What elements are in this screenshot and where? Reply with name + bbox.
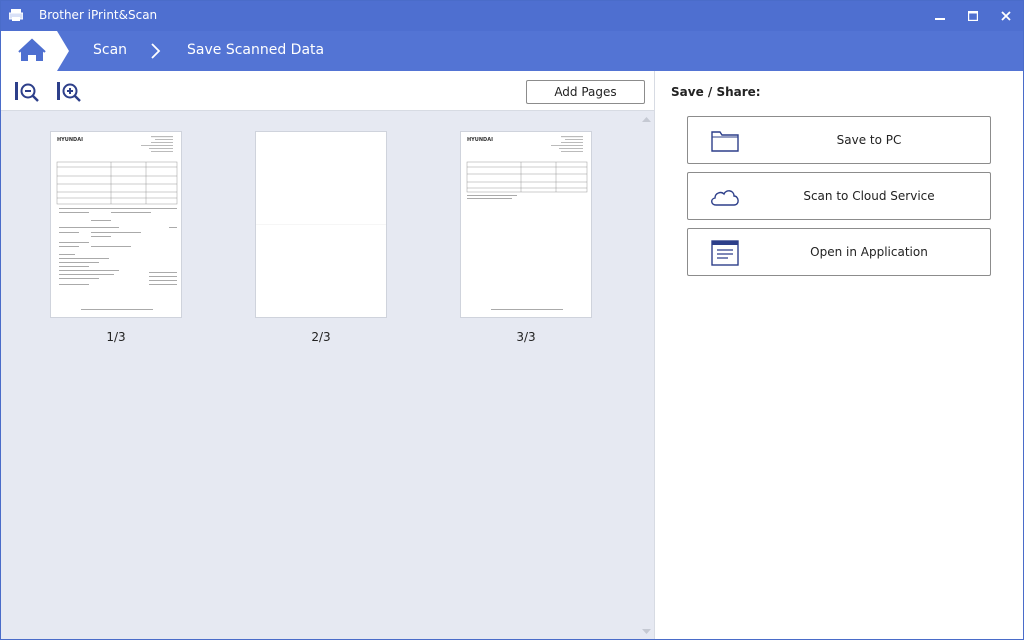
window-title: Brother iPrint&Scan <box>39 8 158 22</box>
brand-logo-text: HYUNDAI <box>467 137 493 143</box>
zoom-out-icon <box>15 82 39 102</box>
breadcrumb: Scan Save Scanned Data <box>1 31 1023 71</box>
scan-to-cloud-service-label: Scan to Cloud Service <box>803 189 935 203</box>
brand-logo-text: HYUNDAI <box>57 137 83 143</box>
page-number-1: 1/3 <box>106 330 126 344</box>
maximize-button[interactable] <box>956 1 990 31</box>
printer-app-icon <box>9 9 23 21</box>
chevron-right-icon <box>151 43 161 59</box>
save-to-pc-button[interactable]: Save to PC <box>687 116 991 164</box>
page-number-2: 2/3 <box>311 330 331 344</box>
close-icon <box>1001 11 1011 21</box>
preview-toolbar: Add Pages <box>1 71 654 111</box>
open-in-application-button[interactable]: Open in Application <box>687 228 991 276</box>
save-to-pc-label: Save to PC <box>836 133 902 147</box>
save-share-panel: Save / Share: Save to PC Scan to Cloud S… <box>655 71 1023 639</box>
minimize-icon <box>935 18 945 20</box>
scan-to-cloud-service-button[interactable]: Scan to Cloud Service <box>687 172 991 220</box>
page-thumbnail-3[interactable]: HYUNDAI <box>460 131 592 318</box>
cloud-icon <box>711 190 739 206</box>
add-pages-button[interactable]: Add Pages <box>526 80 645 104</box>
preview-scrollbar[interactable] <box>639 111 654 639</box>
save-share-heading: Save / Share: <box>671 85 761 99</box>
maximize-icon <box>968 11 978 21</box>
home-icon <box>1 31 69 71</box>
open-in-application-label: Open in Application <box>810 245 928 259</box>
page-number-3: 3/3 <box>516 330 536 344</box>
title-bar[interactable]: Brother iPrint&Scan <box>1 1 1023 31</box>
scroll-down-icon[interactable] <box>639 626 654 638</box>
zoom-in-icon <box>57 82 81 102</box>
page-thumbnail-2[interactable] <box>255 131 387 318</box>
minimize-button[interactable] <box>923 1 957 31</box>
folder-icon <box>711 131 739 152</box>
home-button[interactable] <box>1 31 69 71</box>
blank-page-preview <box>256 224 386 225</box>
breadcrumb-save-scanned-data: Save Scanned Data <box>187 42 325 58</box>
page-preview-area: HYUNDAI 1/3 2/3 HYUNDAI 3/3 <box>1 111 639 639</box>
close-button[interactable] <box>989 1 1023 31</box>
zoom-out-button[interactable] <box>13 79 39 105</box>
application-window-icon <box>711 240 739 266</box>
scanned-document-preview: HYUNDAI <box>56 136 178 310</box>
page-thumbnail-1[interactable]: HYUNDAI <box>50 131 182 318</box>
scanned-document-preview: HYUNDAI <box>466 136 588 310</box>
zoom-in-button[interactable] <box>55 79 81 105</box>
scroll-up-icon[interactable] <box>639 113 654 125</box>
app-window: Brother iPrint&Scan Scan Save Scanned Da… <box>0 0 1024 640</box>
breadcrumb-scan[interactable]: Scan <box>93 42 127 58</box>
